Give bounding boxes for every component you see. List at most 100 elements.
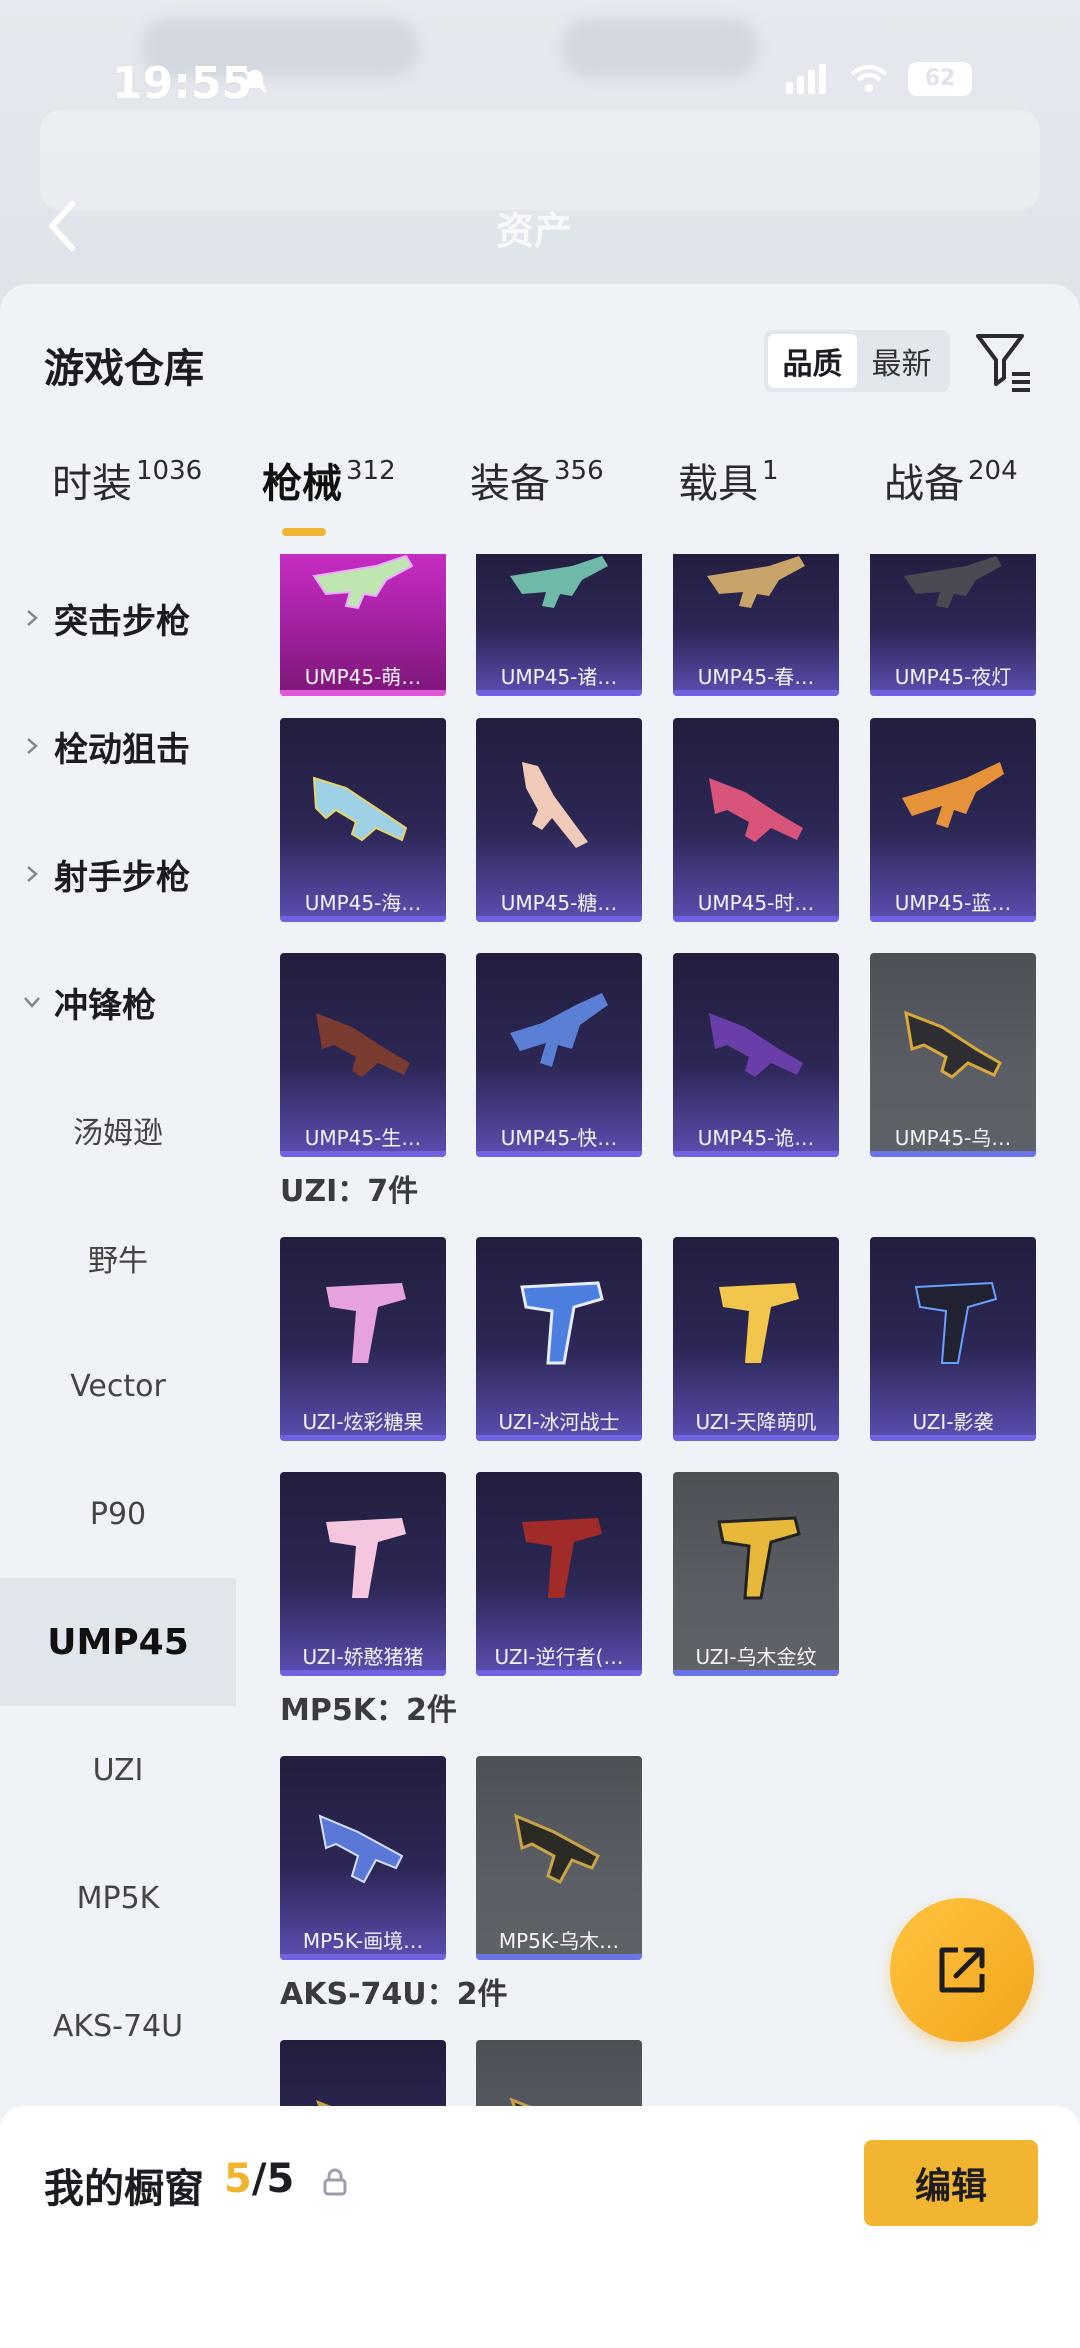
skin-name: UMP45-诡… [697,1126,815,1150]
rarity-strip [280,1954,446,1960]
category-label: 冲锋枪 [54,985,156,1026]
rarity-strip [280,1670,446,1676]
skin-card[interactable]: UMP45-时… [673,718,839,922]
skin-card[interactable]: UMP45-春… [673,554,839,696]
background-card [40,110,1040,210]
share-export-icon [939,1947,985,1993]
signal-icon [786,64,830,94]
showcase-current: 5 [224,2156,252,2202]
tab-label: 时装 [52,461,132,507]
category-label: 突击步枪 [54,601,190,642]
chevron-right-icon [27,866,38,882]
skin-card[interactable]: UMP45-海… [280,718,446,922]
sidebar-item-aks74u[interactable]: AKS-74U [0,1962,236,2090]
skin-name: UZI-娇憨猪猪 [302,1645,424,1669]
group-title-uzi: UZI：7件 [280,1174,419,1209]
showcase-count: 5/5 [224,2156,294,2202]
showcase-bar: 我的橱窗 5/5 编辑 [0,2106,1080,2348]
skin-card[interactable]: UZI-影袭 [870,1237,1036,1441]
skin-card[interactable]: UMP45-夜灯 [870,554,1036,696]
rarity-strip [476,1435,642,1441]
app-screen: 19:55 62 资产 游戏仓库 品质 最新 时装 1036 枪械 312 装备… [0,0,1080,2348]
category-label: 射手步枪 [54,857,190,898]
sort-option-newest[interactable]: 最新 [857,334,946,388]
lock-icon [323,2168,347,2196]
weapon-sidebar: 突击步枪 栓动狙击 射手步枪 冲锋枪 汤姆逊 野牛 Vector P90 UMP… [0,554,236,2348]
ump45-weapon-icon [707,556,805,608]
skin-name: UMP45-糖… [500,891,618,915]
tab-label: 战备 [884,461,964,507]
sidebar-item-p90[interactable]: P90 [0,1450,236,1578]
rarity-strip [476,1151,642,1157]
skin-card[interactable]: UZI-天降萌叽 [673,1237,839,1441]
sidebar-item-vector[interactable]: Vector [0,1322,236,1450]
tab-count: 312 [346,456,396,486]
tab-vehicles[interactable]: 载具 1 [678,456,779,546]
skin-name: UMP45-诸… [500,665,618,689]
tab-label: 枪械 [262,461,342,507]
uzi-weapon-icon [326,1518,406,1598]
skin-name: UMP45-海… [304,891,422,915]
sort-option-quality[interactable]: 品质 [768,334,857,388]
tab-count: 356 [554,456,604,486]
skin-card[interactable]: UZI-冰河战士 [476,1237,642,1441]
sidebar-category-bolt-sniper[interactable]: 栓动狙击 [0,682,236,810]
skin-card[interactable]: UMP45-诸… [476,554,642,696]
edit-button[interactable]: 编辑 [864,2140,1038,2226]
skin-card[interactable]: UMP45-生… [280,953,446,1157]
skin-name: MP5K-画境… [302,1929,424,1953]
sidebar-item-thompson[interactable]: 汤姆逊 [0,1066,236,1194]
ump45-weapon-icon [510,556,608,608]
share-fab-button[interactable] [890,1898,1034,2042]
rarity-strip [280,1435,446,1441]
skin-card[interactable]: UMP45-萌… [280,554,446,696]
skin-card[interactable]: UMP45-诡… [673,953,839,1157]
tab-count: 1036 [136,456,203,486]
background-tab-assets: 资产 [496,209,573,253]
rarity-strip [673,916,839,922]
skin-card[interactable]: UMP45-乌… [870,953,1036,1157]
skin-card[interactable]: UZI-娇憨猪猪 [280,1472,446,1676]
ump45-weapon-icon [312,776,408,842]
skin-card[interactable]: UMP45-糖… [476,718,642,922]
sidebar-item-ump45[interactable]: UMP45 [0,1578,236,1706]
rarity-strip [870,1435,1036,1441]
uzi-weapon-icon [522,1518,602,1598]
skin-name: UMP45-夜灯 [894,665,1012,689]
skin-card[interactable]: UMP45-快… [476,953,642,1157]
background-header: 19:55 62 资产 [0,0,1080,300]
group-title-aks74u: AKS-74U：2件 [280,1977,508,2012]
sidebar-category-marksman[interactable]: 射手步枪 [0,810,236,938]
showcase-label: 我的橱窗 [44,2166,204,2212]
skin-card[interactable]: UZI-乌木金纹 [673,1472,839,1676]
rarity-strip [476,916,642,922]
ump45-weapon-icon [522,762,588,848]
sidebar-category-assault-rifle[interactable]: 突击步枪 [0,554,236,682]
mp5k-weapon-icon [318,1814,404,1884]
tab-gear[interactable]: 战备 204 [884,456,1018,546]
filter-icon[interactable] [972,328,1032,392]
skin-card[interactable]: UZI-炫彩糖果 [280,1237,446,1441]
skin-name: UMP45-蓝… [894,891,1012,915]
skin-card[interactable]: MP5K-画境… [280,1756,446,1960]
battery-indicator: 62 [908,62,972,96]
sidebar-item-uzi[interactable]: UZI [0,1706,236,1834]
sidebar-category-smg[interactable]: 冲锋枪 [0,938,236,1066]
mute-bell-icon [242,68,268,94]
sidebar-item-bizon[interactable]: 野牛 [0,1194,236,1322]
tab-fashion[interactable]: 时装 1036 [52,456,202,546]
skin-card[interactable]: UMP45-蓝… [870,718,1036,922]
skin-card[interactable]: UZI-逆行者(… [476,1472,642,1676]
category-tabs: 时装 1036 枪械 312 装备 356 载具 1 战备 204 [0,456,1080,556]
sidebar-item-mp5k[interactable]: MP5K [0,1834,236,1962]
group-title-mp5k: MP5K：2件 [280,1693,457,1728]
back-chevron-icon[interactable] [42,198,82,254]
ump45-weapon-icon [709,778,803,842]
uzi-weapon-icon [326,1283,406,1363]
tab-equipment[interactable]: 装备 356 [470,456,604,546]
skin-name: UZI-天降萌叽 [695,1410,817,1434]
rarity-strip [280,1151,446,1157]
rarity-strip [280,690,446,696]
rarity-strip [673,1670,839,1676]
skin-card[interactable]: MP5K-乌木… [476,1756,642,1960]
